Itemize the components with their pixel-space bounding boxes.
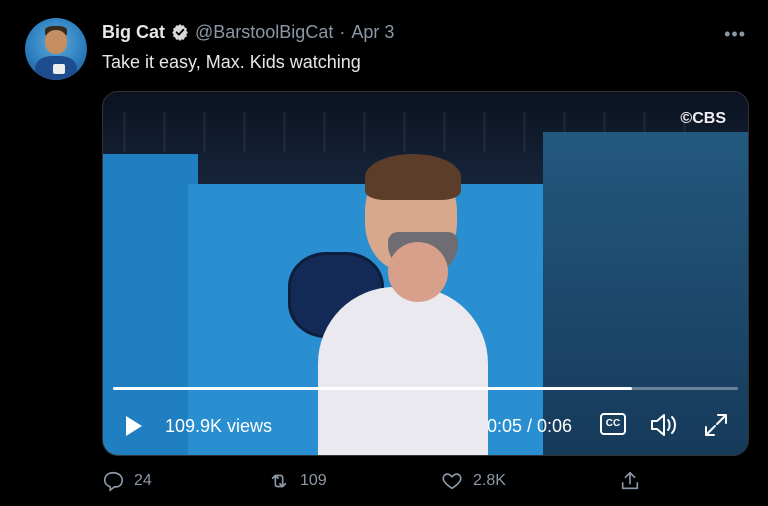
more-icon[interactable]: ••• <box>724 24 746 45</box>
retweet-button[interactable]: 109 <box>268 470 327 492</box>
volume-icon[interactable] <box>649 412 679 438</box>
cc-icon[interactable]: CC <box>600 413 626 435</box>
like-button[interactable]: 2.8K <box>441 470 506 492</box>
tweet-actions: 24 109 2.8K <box>102 470 647 496</box>
video-time: 0:05 / 0:06 <box>487 416 573 436</box>
avatar-face <box>45 30 67 54</box>
retweet-count: 109 <box>300 472 327 489</box>
like-count: 2.8K <box>473 472 506 489</box>
video-player[interactable]: ©CBS 109.9K views 0:05 / 0:06 CC <box>102 91 749 456</box>
video-progress-bar[interactable] <box>113 387 738 390</box>
verified-badge-icon <box>171 23 189 41</box>
author-handle[interactable]: @BarstoolBigCat <box>195 22 333 43</box>
video-frame-person-hand <box>388 242 448 302</box>
avatar-mug <box>53 64 65 74</box>
network-watermark: ©CBS <box>680 110 726 127</box>
video-controls: 109.9K views 0:05 / 0:06 CC <box>103 402 748 452</box>
retweet-icon <box>271 474 287 488</box>
reply-count: 24 <box>134 472 152 489</box>
view-count: 109.9K views <box>165 416 273 436</box>
share-icon <box>621 471 639 490</box>
separator-dot: · <box>339 21 346 42</box>
profile-avatar[interactable] <box>25 18 87 80</box>
fullscreen-icon[interactable] <box>703 412 729 438</box>
reply-icon <box>103 471 123 492</box>
tweet-text: Take it easy, Max. Kids watching <box>102 52 361 72</box>
play-icon[interactable] <box>121 414 145 438</box>
tweet-date[interactable]: Apr 3 <box>351 22 394 43</box>
share-button[interactable] <box>619 470 641 492</box>
reply-button[interactable]: 24 <box>102 470 152 492</box>
author-name[interactable]: Big Cat <box>102 22 165 43</box>
like-icon <box>442 473 462 490</box>
video-frame-person-hair <box>365 154 461 200</box>
video-progress-fill <box>113 387 632 390</box>
tweet-header: Big Cat @BarstoolBigCat · Apr 3 <box>102 20 394 44</box>
